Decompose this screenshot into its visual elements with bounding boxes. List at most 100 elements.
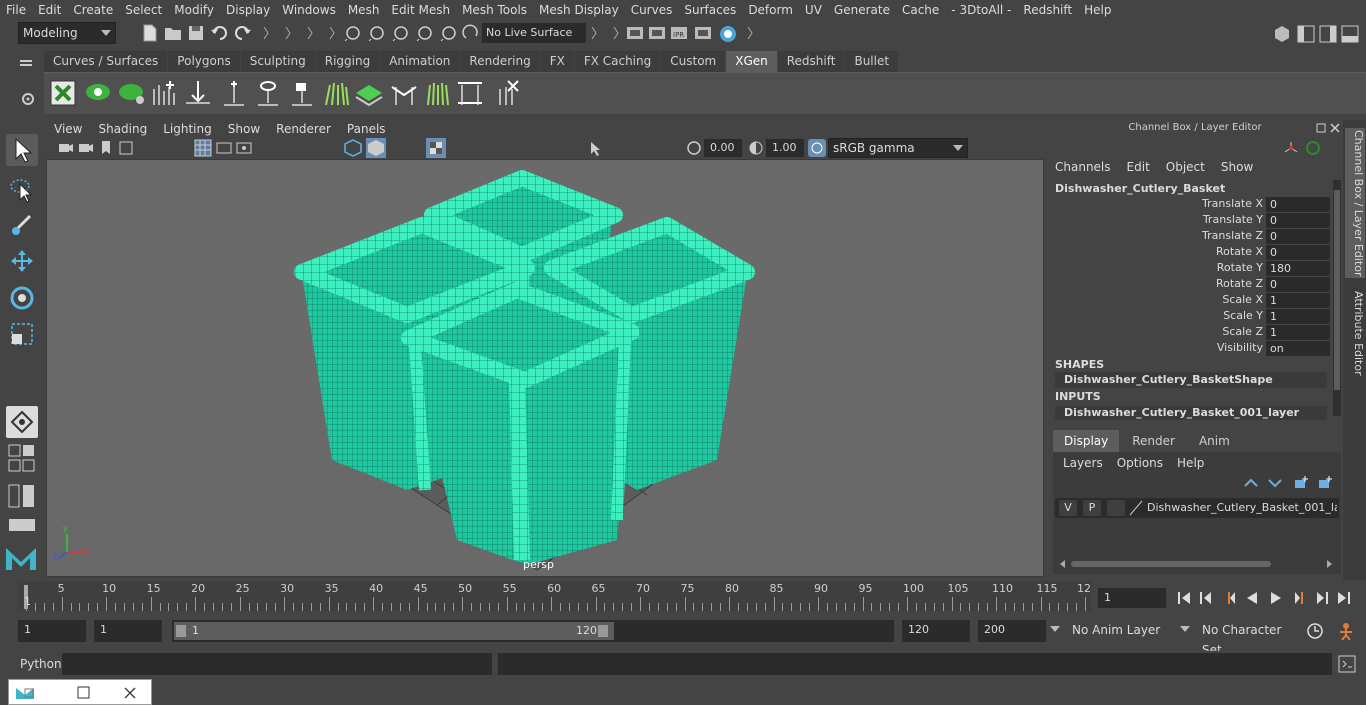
attribute-value-field[interactable]: 0 — [1266, 229, 1330, 244]
menu-edit[interactable]: Edit — [32, 0, 67, 20]
perspective-viewport[interactable]: y x z persp — [46, 159, 1044, 577]
panel-menu-renderer[interactable]: Renderer — [268, 122, 339, 136]
step-back-icon[interactable] — [1198, 590, 1214, 606]
menu-uv[interactable]: UV — [799, 0, 828, 20]
command-language-label[interactable]: Python — [20, 657, 62, 671]
new-layer-icon[interactable] — [1293, 476, 1309, 490]
panel-menu-shading[interactable]: Shading — [90, 122, 155, 136]
menu-select[interactable]: Select — [119, 0, 168, 20]
snap-view-icon[interactable] — [416, 24, 434, 42]
toggle-panel-icon[interactable] — [1296, 24, 1316, 44]
scrollbar-thumb[interactable] — [1071, 561, 1271, 567]
panel-menu-lighting[interactable]: Lighting — [155, 122, 220, 136]
layer-tab-display[interactable]: Display — [1053, 430, 1120, 452]
step-forward-icon[interactable] — [1314, 590, 1330, 606]
menu-help[interactable]: Help — [1078, 0, 1117, 20]
snap-curve-icon[interactable] — [368, 24, 386, 42]
groom-add-icon[interactable] — [150, 79, 178, 107]
attribute-value-field[interactable]: 0 — [1266, 245, 1330, 260]
range-slider-thumb[interactable]: 1 120 — [174, 622, 614, 640]
current-frame-field[interactable]: 1 — [1098, 588, 1166, 608]
new-scene-icon[interactable] — [142, 24, 158, 42]
groom-delete-icon[interactable] — [492, 79, 520, 107]
groom-width-icon[interactable] — [456, 79, 484, 107]
ipr-render-icon[interactable]: IPR — [670, 24, 688, 42]
shelf-tab-fx-caching[interactable]: FX Caching — [574, 51, 661, 72]
shelf-tab-rigging[interactable]: Rigging — [315, 51, 380, 72]
attribute-value-field[interactable]: 0 — [1266, 197, 1330, 212]
playback-start-field[interactable]: 1 — [94, 620, 162, 642]
attribute-value-field[interactable]: 180 — [1266, 261, 1330, 276]
lasso-tool[interactable] — [6, 174, 38, 206]
camera-icon[interactable] — [58, 140, 74, 156]
range-handle-left[interactable] — [176, 625, 186, 637]
move-layer-up-icon[interactable] — [1243, 476, 1259, 490]
toggle-panel-icon[interactable] — [1318, 24, 1338, 44]
panel-menu-show[interactable]: Show — [220, 122, 268, 136]
shelf-menu-icon[interactable] — [20, 58, 32, 70]
tab-attribute-editor[interactable]: Attribute Editor — [1345, 288, 1365, 378]
attribute-row-scale-y[interactable]: Scale Y1 — [1047, 308, 1331, 324]
scroll-left-icon[interactable] — [1059, 560, 1067, 568]
script-editor-icon[interactable] — [1338, 655, 1356, 673]
shelf-tab-fx[interactable]: FX — [540, 51, 574, 72]
isolate-select-icon[interactable] — [588, 140, 604, 156]
bookmark-icon[interactable] — [100, 140, 112, 156]
axis-display-icon[interactable] — [1283, 140, 1299, 156]
film-gate-icon[interactable] — [216, 140, 232, 156]
step-back-key-icon[interactable] — [1222, 590, 1238, 606]
xgen-preview-icon[interactable] — [84, 80, 112, 106]
attribute-row-translate-x[interactable]: Translate X0 — [1047, 196, 1331, 212]
gamma-field[interactable]: 1.00 — [766, 139, 804, 157]
xgen-clear-icon[interactable] — [118, 80, 146, 106]
rotate-tool[interactable] — [6, 282, 38, 314]
exposure-icon[interactable] — [686, 140, 702, 156]
layer-tab-render[interactable]: Render — [1121, 430, 1186, 452]
layer-menu-options[interactable]: Options — [1117, 456, 1163, 470]
attribute-row-visibility[interactable]: Visibility on — [1047, 340, 1331, 356]
xray-icon[interactable] — [426, 138, 446, 158]
dock-float-icon[interactable] — [1315, 122, 1327, 134]
channel-menu-show[interactable]: Show — [1221, 160, 1253, 174]
step-forward-key-icon[interactable] — [1292, 590, 1308, 606]
groom-layer-icon[interactable] — [354, 81, 384, 107]
chevron-down-icon[interactable] — [1180, 626, 1190, 634]
attribute-row-scale-z[interactable]: Scale Z1 — [1047, 324, 1331, 340]
show-manipulator-tool[interactable] — [6, 406, 38, 438]
render-settings-icon[interactable] — [626, 24, 644, 42]
command-input[interactable] — [62, 653, 492, 675]
layer-color-swatch-icon[interactable] — [1129, 500, 1143, 516]
groom-select-icon[interactable] — [254, 79, 282, 107]
shelf-tab-bullet[interactable]: Bullet — [845, 51, 899, 72]
attribute-value-field[interactable]: 0 — [1266, 277, 1330, 292]
snap-grid-icon[interactable] — [344, 24, 362, 42]
groom-add-guide-icon[interactable] — [220, 79, 248, 107]
groom-lock-icon[interactable] — [288, 79, 316, 107]
color-space-dropdown[interactable]: sRGB gamma — [828, 138, 968, 158]
layer-tab-anim[interactable]: Anim — [1188, 430, 1241, 452]
object-name[interactable]: Dishwasher_Cutlery_Basket — [1055, 182, 1225, 195]
snap-live-icon[interactable] — [462, 24, 480, 42]
new-layer-selected-icon[interactable] — [1317, 476, 1333, 490]
live-surface-field[interactable]: No Live Surface — [482, 23, 586, 43]
image-plane-icon[interactable] — [118, 140, 134, 156]
layer-row[interactable]: V P Dishwasher_Cutlery_Basket_001_layer — [1055, 498, 1339, 518]
snap-point-icon[interactable] — [392, 24, 410, 42]
paint-select-tool[interactable] — [6, 210, 38, 242]
two-pane-layout-icon[interactable] — [8, 484, 36, 510]
snap-surface-icon[interactable] — [440, 24, 458, 42]
channel-menu-object[interactable]: Object — [1166, 160, 1205, 174]
layer-visibility-toggle[interactable]: V — [1059, 500, 1077, 516]
attribute-row-rotate-y[interactable]: Rotate Y 180 — [1047, 260, 1331, 276]
layer-display-type[interactable] — [1107, 500, 1125, 516]
groom-sculpt-icon[interactable] — [322, 79, 350, 107]
animation-prefs-icon[interactable] — [1336, 622, 1356, 640]
hypershade-icon[interactable] — [718, 24, 738, 44]
shelf-tab-redshift[interactable]: Redshift — [777, 51, 845, 72]
undo-icon[interactable] — [210, 24, 228, 42]
play-forward-icon[interactable] — [1268, 590, 1284, 606]
menu-windows[interactable]: Windows — [276, 0, 342, 20]
menu-create[interactable]: Create — [67, 0, 119, 20]
tab-channel-box[interactable]: Channel Box / Layer Editor — [1345, 128, 1365, 278]
gear-icon[interactable] — [21, 92, 35, 106]
